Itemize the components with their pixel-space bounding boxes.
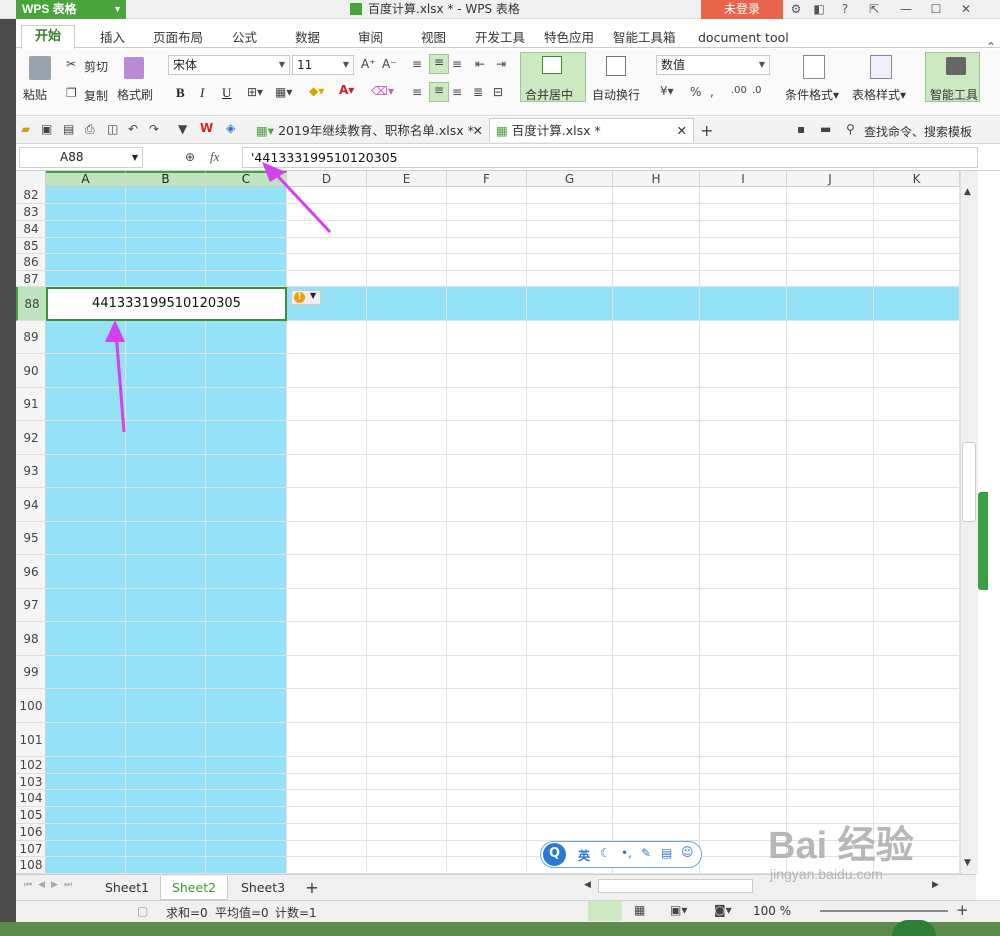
watermark-url: jingyan.baidu.com — [770, 866, 883, 882]
arrowhead-cell — [105, 320, 125, 342]
baidu-watermark: Bai 经验 jingyan.baidu.com — [768, 826, 968, 906]
wps-spreadsheet-window: { "app": {"logo": "WPS 表格", "window_titl… — [0, 0, 1000, 936]
arrow-to-cell — [114, 331, 126, 433]
watermark-logo-text: Bai 经验 — [768, 825, 914, 867]
arrow-to-formula — [270, 168, 332, 234]
annotation-arrows — [105, 162, 332, 433]
